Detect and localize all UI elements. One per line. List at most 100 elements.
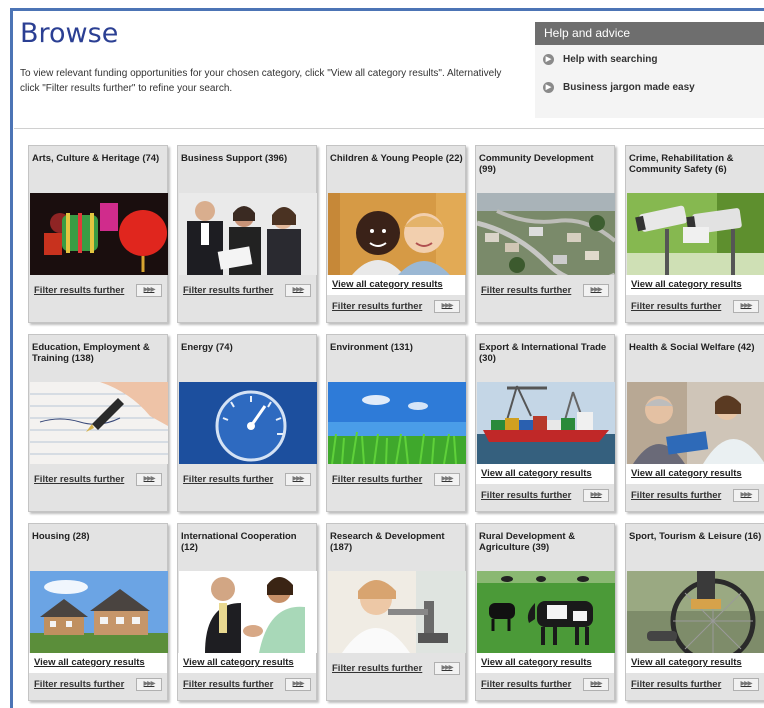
category-tile: Research & Development (187) Filter resu…: [326, 523, 466, 701]
view-all-link[interactable]: View all category results: [178, 653, 316, 673]
filter-results-link[interactable]: Filter results further ▶▶▶: [178, 468, 316, 490]
category-image[interactable]: [477, 193, 615, 275]
category-image[interactable]: [179, 571, 317, 653]
view-all-link[interactable]: View all category results: [626, 464, 764, 484]
filter-results-link[interactable]: Filter results further ▶▶▶: [178, 673, 316, 695]
filter-label: Filter results further: [183, 473, 274, 485]
filter-results-link[interactable]: Filter results further ▶▶▶: [29, 468, 167, 490]
tile-links: Filter results further ▶▶▶: [178, 464, 316, 490]
category-title[interactable]: Community Development (99): [479, 153, 613, 175]
category-title[interactable]: Energy (74): [181, 342, 315, 353]
category-image[interactable]: [179, 382, 317, 464]
category-image[interactable]: [328, 193, 466, 275]
filter-results-link[interactable]: Filter results further ▶▶▶: [327, 657, 465, 679]
category-image[interactable]: [30, 382, 168, 464]
category-image[interactable]: [627, 571, 764, 653]
filter-results-link[interactable]: Filter results further ▶▶▶: [327, 468, 465, 490]
view-all-link[interactable]: View all category results: [626, 653, 764, 673]
triple-arrow-icon: ▶▶▶: [583, 488, 609, 502]
triple-arrow-icon: ▶▶▶: [136, 677, 162, 691]
category-title[interactable]: Export & International Trade (30): [479, 342, 613, 364]
view-all-link[interactable]: View all category results: [327, 275, 465, 295]
filter-results-link[interactable]: Filter results further ▶▶▶: [626, 295, 764, 317]
tile-links: Filter results further ▶▶▶: [327, 653, 465, 679]
category-tile: Environment (131) Filter results further…: [326, 334, 466, 512]
filter-results-link[interactable]: Filter results further ▶▶▶: [476, 673, 614, 695]
filter-results-link[interactable]: Filter results further ▶▶▶: [476, 484, 614, 506]
tile-links: View all category results Filter results …: [327, 275, 465, 317]
filter-label: Filter results further: [332, 300, 423, 312]
help-panel: Help and advice ▶ Help with searching ▶ …: [535, 22, 764, 118]
view-all-link[interactable]: View all category results: [626, 275, 764, 295]
tile-links: Filter results further ▶▶▶: [327, 464, 465, 490]
category-title[interactable]: Business Support (396): [181, 153, 315, 164]
filter-results-link[interactable]: Filter results further ▶▶▶: [626, 484, 764, 506]
category-title[interactable]: Rural Development & Agriculture (39): [479, 531, 613, 553]
category-image[interactable]: [30, 571, 168, 653]
category-title[interactable]: Housing (28): [32, 531, 166, 542]
category-tile: Arts, Culture & Heritage (74) Filter res…: [28, 145, 168, 323]
tile-links: View all category results Filter results …: [626, 464, 764, 506]
category-image[interactable]: [627, 382, 764, 464]
category-title[interactable]: Health & Social Welfare (42): [629, 342, 763, 353]
category-tile: Crime, Rehabilitation & Community Safety…: [625, 145, 764, 323]
category-title[interactable]: Sport, Tourism & Leisure (16): [629, 531, 763, 542]
category-tile: Sport, Tourism & Leisure (16) View all c…: [625, 523, 764, 701]
triple-arrow-icon: ▶▶▶: [733, 299, 759, 313]
filter-label: Filter results further: [332, 662, 423, 674]
category-title[interactable]: Environment (131): [330, 342, 464, 353]
category-image[interactable]: [627, 193, 764, 275]
filter-label: Filter results further: [631, 678, 722, 690]
triple-arrow-icon: ▶▶▶: [583, 283, 609, 297]
view-all-link[interactable]: View all category results: [476, 653, 614, 673]
triple-arrow-icon: ▶▶▶: [285, 472, 311, 486]
category-image[interactable]: [328, 382, 466, 464]
category-tile: Energy (74) Filter results further ▶▶▶: [177, 334, 317, 512]
category-image[interactable]: [179, 193, 317, 275]
help-link-label: Help with searching: [563, 53, 658, 65]
view-all-link[interactable]: View all category results: [29, 653, 167, 673]
category-title[interactable]: Crime, Rehabilitation & Community Safety…: [629, 153, 763, 175]
category-tile: Export & International Trade (30) View a…: [475, 334, 615, 512]
category-image[interactable]: [328, 571, 466, 653]
filter-results-link[interactable]: Filter results further ▶▶▶: [476, 279, 614, 301]
help-link-searching[interactable]: ▶ Help with searching: [535, 45, 764, 73]
filter-results-link[interactable]: Filter results further ▶▶▶: [178, 279, 316, 301]
category-title[interactable]: Education, Employment & Training (138): [32, 342, 166, 364]
triple-arrow-icon: ▶▶▶: [583, 677, 609, 691]
category-tile: Children & Young People (22) View all ca…: [326, 145, 466, 323]
view-all-link[interactable]: View all category results: [476, 464, 614, 484]
filter-results-link[interactable]: Filter results further ▶▶▶: [327, 295, 465, 317]
triple-arrow-icon: ▶▶▶: [136, 472, 162, 486]
category-title[interactable]: Research & Development (187): [330, 531, 464, 553]
filter-results-link[interactable]: Filter results further ▶▶▶: [29, 279, 167, 301]
category-image[interactable]: [477, 571, 615, 653]
filter-results-link[interactable]: Filter results further ▶▶▶: [29, 673, 167, 695]
tile-links: Filter results further ▶▶▶: [178, 275, 316, 301]
filter-label: Filter results further: [183, 678, 274, 690]
intro-text: To view relevant funding opportunities f…: [20, 68, 502, 94]
filter-label: Filter results further: [34, 473, 125, 485]
filter-label: Filter results further: [332, 473, 423, 485]
category-image[interactable]: [30, 193, 168, 275]
tile-links: View all category results Filter results …: [626, 653, 764, 695]
tile-links: View all category results Filter results …: [476, 464, 614, 506]
triple-arrow-icon: ▶▶▶: [434, 299, 460, 313]
category-tile: Rural Development & Agriculture (39) Vie…: [475, 523, 615, 701]
help-heading: Help and advice: [535, 22, 764, 45]
category-tile: International Cooperation (12) View all …: [177, 523, 317, 701]
category-tile: Health & Social Welfare (42) View all ca…: [625, 334, 764, 512]
filter-label: Filter results further: [481, 284, 572, 296]
arrow-bullet-icon: ▶: [543, 53, 554, 65]
help-link-jargon[interactable]: ▶ Business jargon made easy: [535, 73, 764, 101]
category-title[interactable]: Arts, Culture & Heritage (74): [32, 153, 166, 164]
category-tile: Business Support (396) Filter results fu…: [177, 145, 317, 323]
tile-links: Filter results further ▶▶▶: [29, 464, 167, 490]
category-image[interactable]: [477, 382, 615, 464]
arrow-bullet-icon: ▶: [543, 81, 554, 93]
category-tile: Education, Employment & Training (138) F…: [28, 334, 168, 512]
category-title[interactable]: International Cooperation (12): [181, 531, 315, 553]
filter-results-link[interactable]: Filter results further ▶▶▶: [626, 673, 764, 695]
category-title[interactable]: Children & Young People (22): [330, 153, 464, 164]
category-tile: Community Development (99) Filter result…: [475, 145, 615, 323]
